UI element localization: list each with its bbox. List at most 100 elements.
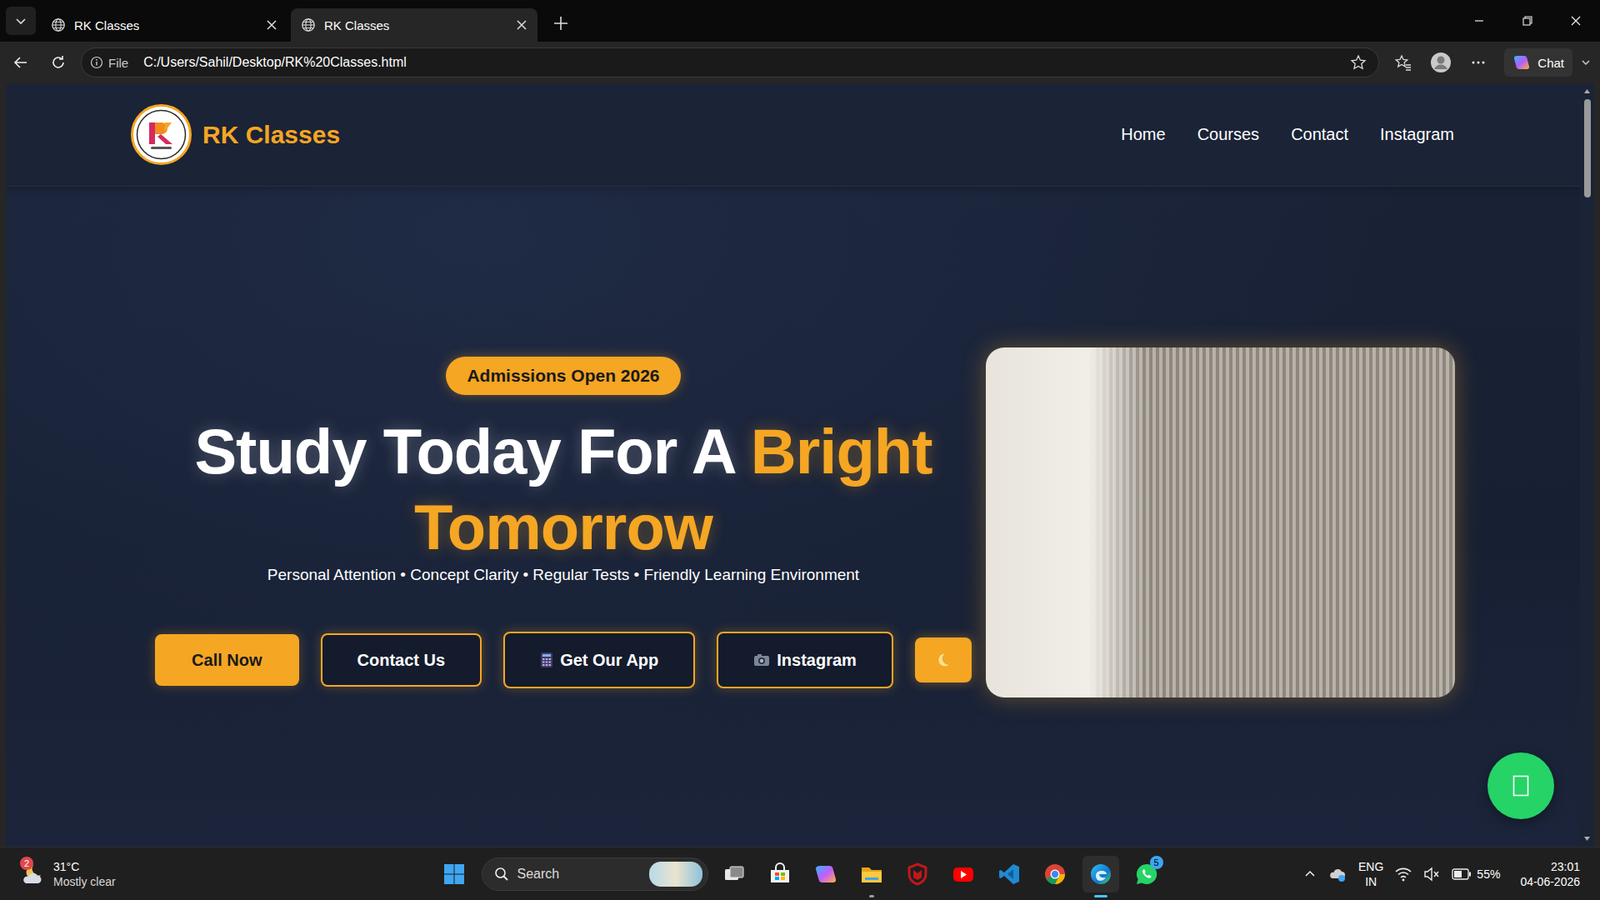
weather-widget[interactable]: 2 31°C Mostly clear bbox=[0, 859, 436, 890]
search-highlight-picture bbox=[649, 861, 703, 887]
button-label: Instagram bbox=[776, 650, 857, 670]
taskbar-app[interactable] bbox=[1082, 855, 1120, 893]
clock-time: 23:01 bbox=[1550, 859, 1580, 875]
taskbar-app[interactable] bbox=[990, 855, 1028, 893]
youtube-icon bbox=[951, 862, 975, 886]
minimize-button[interactable] bbox=[1455, 0, 1504, 42]
close-window-button[interactable] bbox=[1551, 0, 1600, 42]
nav-link[interactable]: Courses bbox=[1197, 125, 1260, 145]
star-icon[interactable] bbox=[1350, 54, 1367, 71]
clock[interactable]: 23:01 04-06-2026 bbox=[1520, 859, 1580, 890]
copilot-chat-button[interactable]: Chat bbox=[1504, 48, 1573, 77]
start-button[interactable] bbox=[435, 855, 473, 893]
scroll-up-icon[interactable] bbox=[1583, 88, 1591, 95]
info-icon bbox=[90, 55, 104, 70]
refresh-icon bbox=[50, 54, 67, 71]
admissions-badge: Admissions Open 2026 bbox=[445, 356, 680, 395]
restore-icon bbox=[1522, 15, 1533, 26]
weather-text: 31°C Mostly clear bbox=[53, 859, 116, 890]
store-icon bbox=[768, 862, 792, 886]
volume-muted-icon[interactable] bbox=[1423, 866, 1440, 882]
taskbar-app[interactable] bbox=[761, 855, 799, 893]
nav-link[interactable]: Instagram bbox=[1380, 125, 1455, 145]
browser-tab[interactable]: RK Classes bbox=[290, 8, 538, 42]
input-language[interactable]: ENG IN bbox=[1358, 859, 1384, 890]
profile-avatar-icon bbox=[1430, 51, 1452, 74]
brand[interactable]: RK Classes bbox=[130, 104, 340, 165]
main-nav: Home Courses Contact Instagram bbox=[1120, 125, 1455, 145]
taskbar-search[interactable]: Search bbox=[481, 857, 709, 891]
taskbar-app[interactable] bbox=[715, 855, 753, 893]
taskbar-app[interactable] bbox=[945, 855, 982, 893]
hero-button[interactable]: Instagram bbox=[716, 631, 894, 689]
restore-button[interactable] bbox=[1503, 0, 1552, 42]
browser-tab[interactable]: RK Classes bbox=[40, 8, 288, 42]
nav-link[interactable]: Contact bbox=[1290, 125, 1349, 145]
refresh-button[interactable] bbox=[43, 47, 74, 78]
tab-strip: RK Classes RK Classes bbox=[0, 0, 1600, 42]
close-icon bbox=[1570, 15, 1581, 26]
taskbar: 2 31°C Mostly clear Search 5 ENG IN 55% … bbox=[0, 846, 1600, 900]
headline-highlight: Bright Tomorrow bbox=[414, 415, 933, 563]
phone-icon bbox=[540, 651, 554, 669]
classroom-photo bbox=[985, 347, 1455, 698]
close-icon[interactable] bbox=[265, 19, 278, 31]
close-icon[interactable] bbox=[515, 19, 528, 31]
hero-button[interactable]: Call Now bbox=[155, 634, 299, 686]
hero-actions: Call Now Contact Us Get Our App Instagra… bbox=[155, 631, 972, 689]
new-tab-button[interactable] bbox=[545, 8, 576, 39]
search-icon bbox=[494, 866, 510, 882]
folder-icon bbox=[860, 862, 884, 886]
hero-button[interactable]: Get Our App bbox=[503, 631, 695, 689]
app-badge: 5 bbox=[1150, 855, 1164, 870]
tray-chevron-up-icon[interactable] bbox=[1303, 867, 1317, 881]
browser-viewport: RK Classes Home Courses Contact Instagram A… bbox=[0, 83, 1600, 847]
profile-button[interactable] bbox=[1425, 47, 1456, 78]
moon-icon bbox=[934, 650, 953, 670]
taskbar-app[interactable] bbox=[853, 855, 890, 893]
taskbar-app[interactable] bbox=[899, 855, 936, 893]
plus-icon bbox=[552, 15, 570, 32]
whatsapp-float-button[interactable] bbox=[1487, 752, 1555, 820]
globe-icon bbox=[50, 17, 66, 33]
hero-subtitle: Personal Attention • Concept Clarity • R… bbox=[267, 565, 860, 585]
weather-condition: Mostly clear bbox=[53, 874, 116, 890]
edge-icon bbox=[1089, 862, 1113, 886]
windows-logo-icon bbox=[442, 862, 466, 886]
favorites-icon bbox=[1394, 53, 1413, 72]
rk-logo-icon bbox=[130, 104, 192, 165]
more-dots-icon bbox=[1470, 54, 1487, 71]
nav-link[interactable]: Home bbox=[1120, 125, 1165, 145]
camera-icon bbox=[753, 653, 770, 667]
weather-temperature: 31°C bbox=[53, 859, 116, 875]
scroll-down-icon[interactable] bbox=[1583, 835, 1591, 842]
search-placeholder: Search bbox=[517, 866, 641, 882]
hero-button[interactable]: Contact Us bbox=[320, 633, 483, 687]
missing-glyph-icon bbox=[1512, 775, 1530, 797]
more-button[interactable] bbox=[1463, 47, 1494, 78]
tab-actions-button[interactable] bbox=[5, 6, 36, 35]
address-bar[interactable]: File C:/Users/Sahil/Desktop/RK%20Classes… bbox=[80, 47, 1380, 78]
page-scrollbar[interactable] bbox=[1580, 83, 1595, 847]
globe-icon bbox=[300, 17, 316, 33]
brand-name: RK Classes bbox=[202, 120, 340, 150]
cloud-sync-icon[interactable] bbox=[1328, 865, 1347, 883]
scrollbar-thumb[interactable] bbox=[1584, 99, 1591, 198]
battery-percent: 55% bbox=[1476, 867, 1500, 881]
button-label: Contact Us bbox=[357, 650, 446, 670]
copilot-icon bbox=[814, 862, 838, 886]
taskbar-app[interactable] bbox=[807, 855, 845, 893]
taskbar-app[interactable]: 5 bbox=[1128, 855, 1165, 893]
theme-toggle-button[interactable] bbox=[915, 637, 972, 683]
favorites-button[interactable] bbox=[1388, 47, 1419, 78]
weather-icon-wrap: 2 bbox=[18, 860, 45, 888]
taskbar-app[interactable] bbox=[1036, 855, 1074, 893]
taskbar-apps: Search 5 bbox=[435, 855, 1165, 893]
running-indicator bbox=[869, 895, 875, 898]
wifi-icon[interactable] bbox=[1395, 866, 1412, 882]
back-button[interactable] bbox=[5, 47, 36, 78]
chevron-down-icon[interactable] bbox=[1580, 56, 1592, 69]
battery-indicator[interactable]: 55% bbox=[1451, 867, 1500, 881]
minimize-icon bbox=[1474, 15, 1485, 26]
desktop-screen: RK Classes RK Classes File C:/Users/Sahi… bbox=[0, 0, 1600, 900]
